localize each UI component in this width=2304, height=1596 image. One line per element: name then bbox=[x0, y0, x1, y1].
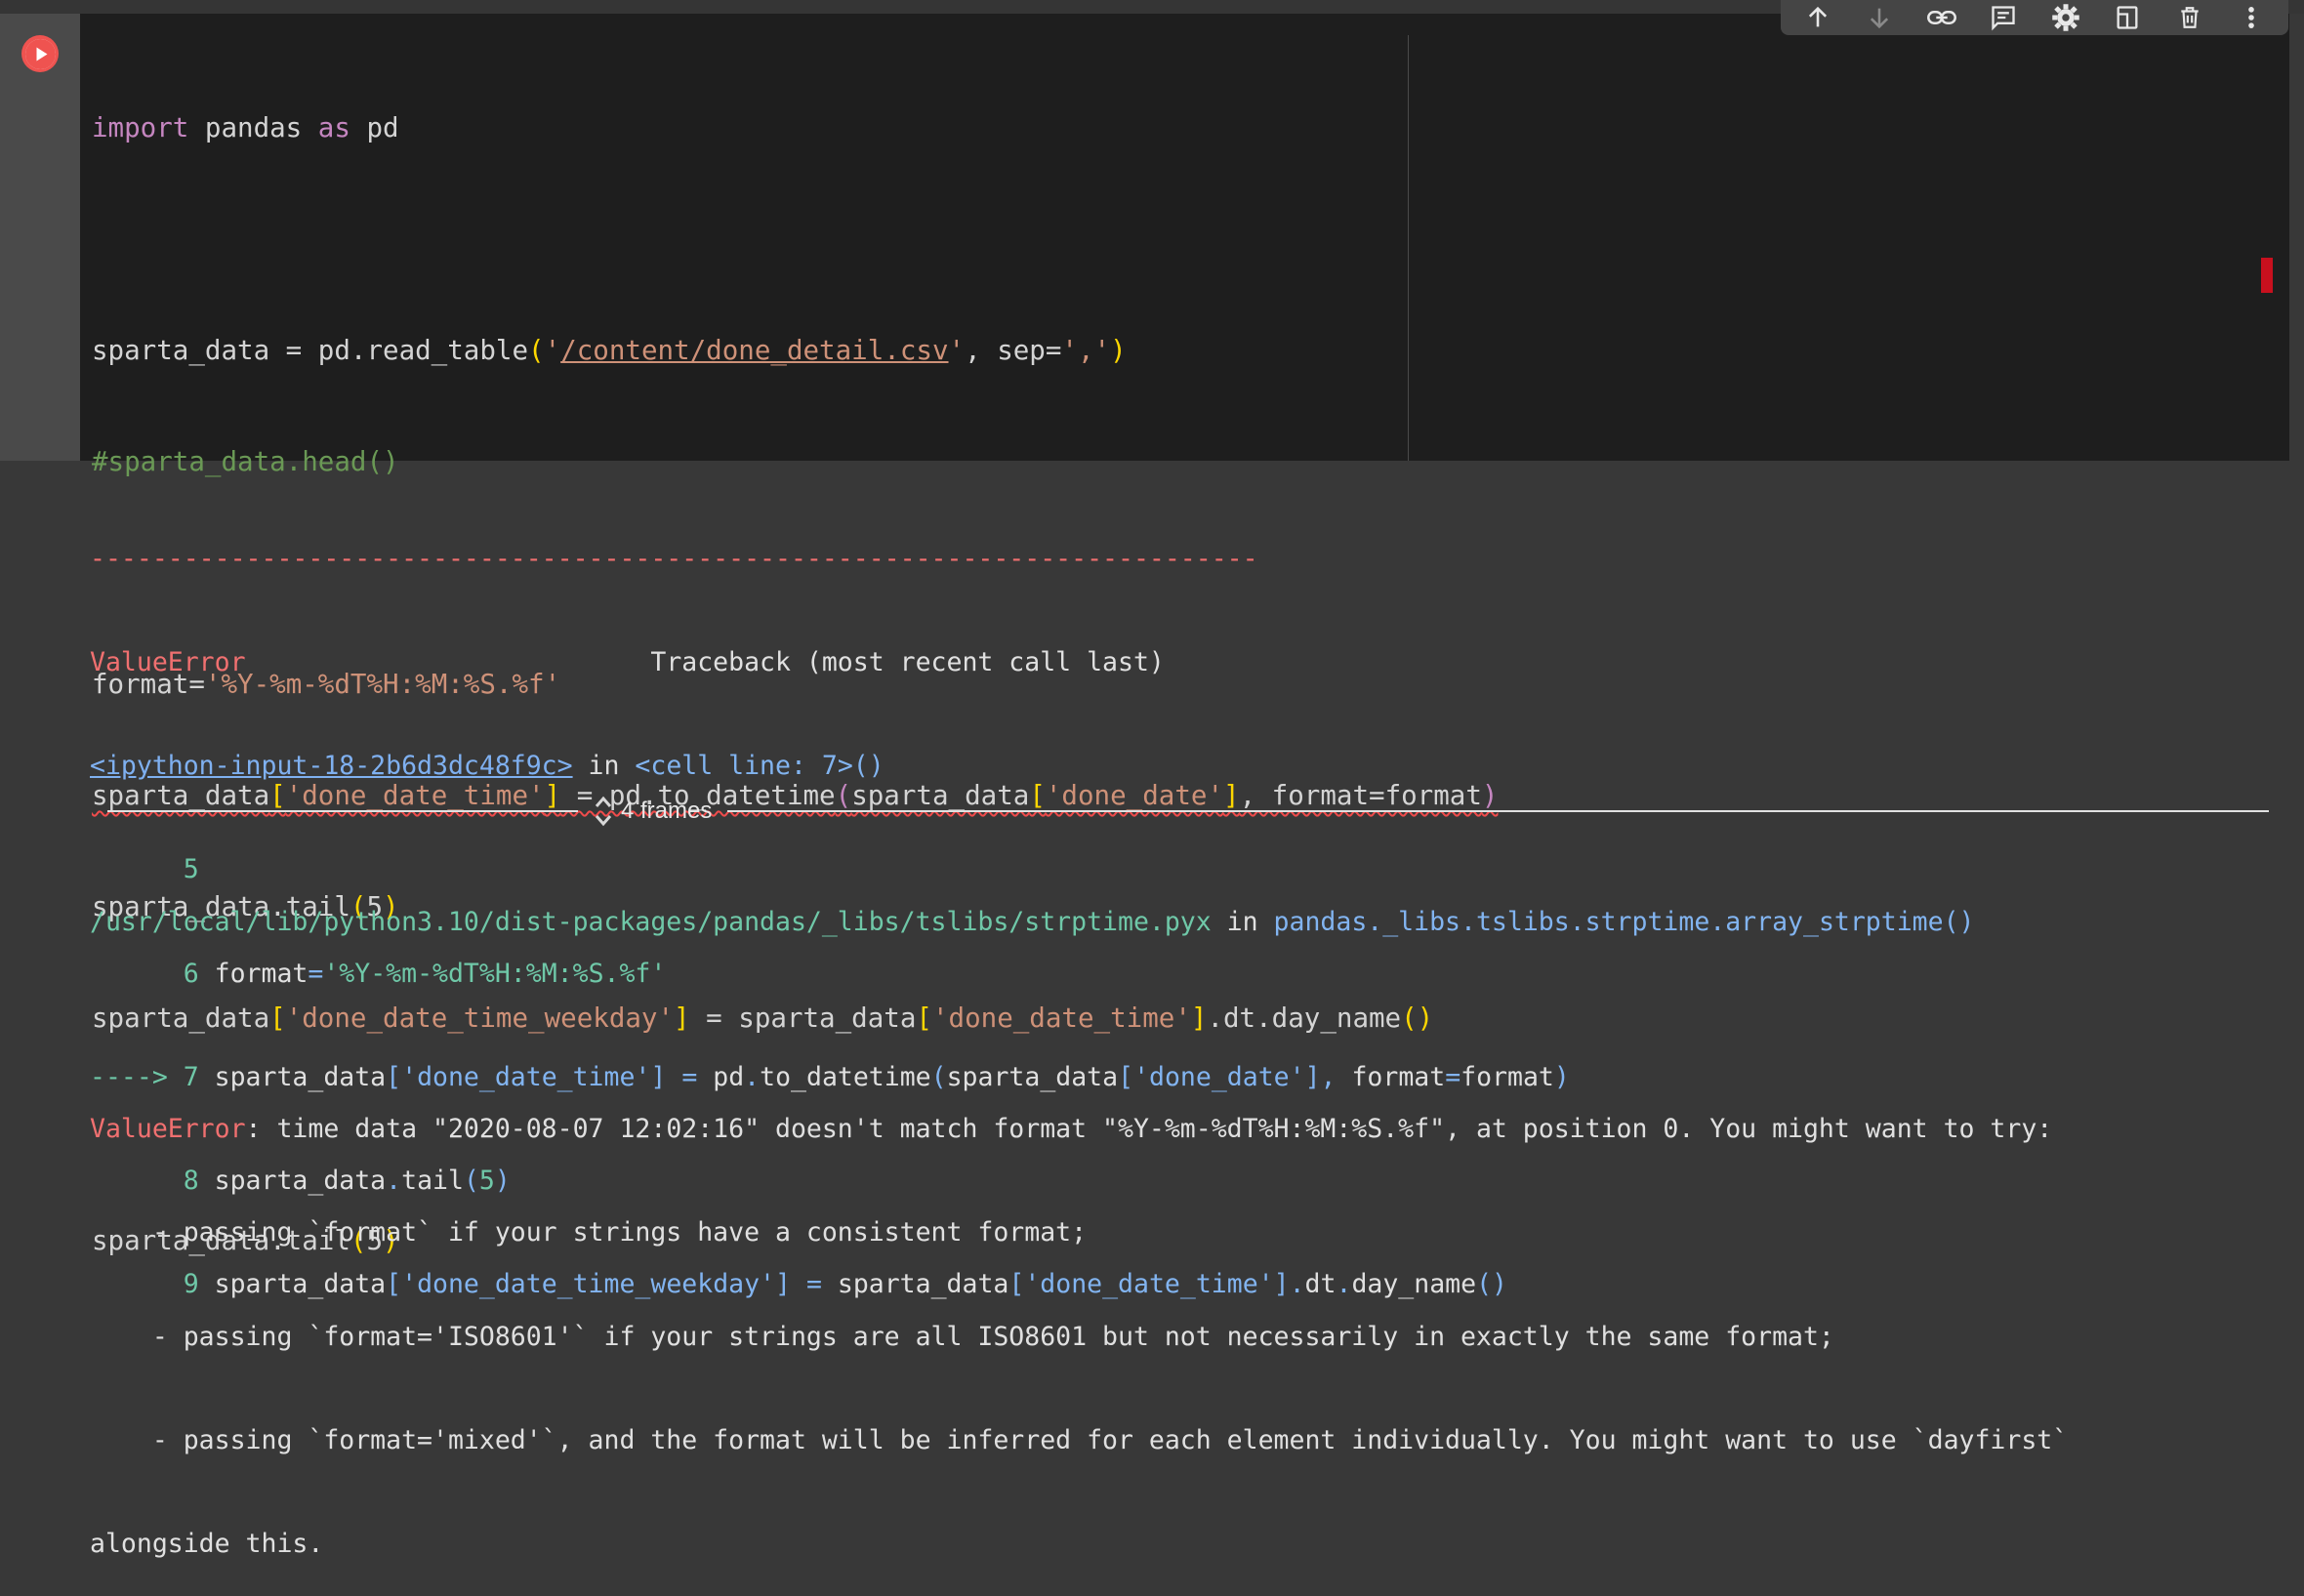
code-text: , sep= bbox=[965, 335, 1062, 366]
string-quote: ' bbox=[544, 335, 561, 366]
string-quote: ' bbox=[948, 335, 966, 366]
comment-icon bbox=[1992, 6, 2015, 31]
error-message-line-1: ValueError: time data "2020-08-07 12:02:… bbox=[90, 1114, 2053, 1145]
cell-toolbar bbox=[1781, 0, 2288, 35]
code-text: pandas bbox=[188, 112, 318, 143]
more-vert-icon bbox=[2248, 7, 2255, 28]
cell-line-ref: <cell line: 7>() bbox=[635, 751, 885, 782]
mirror-cell-icon bbox=[2117, 6, 2138, 29]
frames-divider-left bbox=[107, 810, 578, 812]
code-text: pd bbox=[350, 112, 399, 143]
delete-cell-button[interactable] bbox=[2170, 3, 2209, 32]
error-name: ValueError bbox=[90, 647, 246, 678]
cell-output-error-message: /usr/local/lib/python3.10/dist-packages/… bbox=[90, 836, 2068, 1596]
run-cell-button[interactable] bbox=[21, 35, 59, 72]
code-cell[interactable]: import pandas as pd sparta_data = pd.rea… bbox=[0, 14, 2289, 1256]
string-literal: ',' bbox=[1061, 335, 1111, 366]
traceback-title: Traceback (most recent call last) bbox=[245, 647, 1165, 678]
more-actions-button[interactable] bbox=[2232, 3, 2271, 32]
file-path-link[interactable]: /content/done_detail.csv bbox=[560, 335, 948, 366]
code-editor[interactable]: import pandas as pd sparta_data = pd.rea… bbox=[80, 14, 2289, 1256]
error-name: ValueError bbox=[90, 1114, 246, 1145]
error-scroll-marker bbox=[2261, 258, 2273, 293]
traceback-location: <ipython-input-18-2b6d3dc48f9c> in <cell… bbox=[90, 751, 885, 782]
error-message-line-4: - passing `format='mixed'`, and the form… bbox=[90, 1424, 2069, 1455]
add-comment-button[interactable] bbox=[1984, 3, 2023, 32]
frames-divider-right bbox=[727, 810, 2269, 812]
library-path: /usr/local/lib/python3.10/dist-packages/… bbox=[90, 906, 1212, 937]
copy-link-button[interactable] bbox=[1922, 3, 1961, 32]
cell-gutter bbox=[0, 14, 80, 461]
move-down-button[interactable] bbox=[1860, 3, 1899, 32]
settings-button[interactable] bbox=[2046, 3, 2085, 32]
error-message-line-2: - passing `format` if your strings have … bbox=[90, 1217, 1088, 1248]
keyword-as: as bbox=[317, 112, 350, 143]
unfold-icon bbox=[595, 796, 612, 827]
code-line-3: sparta_data = pd.read_table('/content/do… bbox=[92, 332, 1498, 369]
keyword-import: import bbox=[92, 112, 189, 143]
gear-icon bbox=[2052, 4, 2079, 31]
traceback-divider: ----------------------------------------… bbox=[90, 543, 1258, 574]
error-message-line-3: - passing `format='ISO8601'` if your str… bbox=[90, 1321, 1834, 1352]
traceback-header: ValueError Traceback (most recent call l… bbox=[90, 645, 1570, 679]
mirror-cell-button[interactable] bbox=[2108, 3, 2147, 32]
paren: ( bbox=[528, 335, 545, 366]
code-text: sparta_data = pd.read_table bbox=[92, 335, 529, 366]
play-circle-icon bbox=[24, 38, 56, 69]
code-line-1: import pandas as pd bbox=[92, 109, 1498, 146]
link-icon bbox=[1926, 11, 1956, 24]
frames-label: 4 frames bbox=[621, 798, 713, 824]
arrow-up-icon bbox=[1808, 6, 1827, 27]
paren: ) bbox=[1110, 335, 1127, 366]
expand-frames-button[interactable]: 4 frames bbox=[578, 795, 727, 828]
arrow-down-icon bbox=[1871, 8, 1889, 29]
trash-icon bbox=[2181, 7, 2199, 28]
collapsed-frames-bar: 4 frames bbox=[107, 793, 2269, 830]
library-function: pandas._libs.tslibs.strptime.array_strpt… bbox=[1273, 906, 1975, 937]
library-frame-line: /usr/local/lib/python3.10/dist-packages/… bbox=[90, 906, 1975, 937]
ipython-input-link[interactable]: <ipython-input-18-2b6d3dc48f9c> bbox=[90, 751, 573, 781]
move-up-button[interactable] bbox=[1798, 3, 1837, 32]
error-message-line-5: alongside this. bbox=[90, 1529, 324, 1560]
